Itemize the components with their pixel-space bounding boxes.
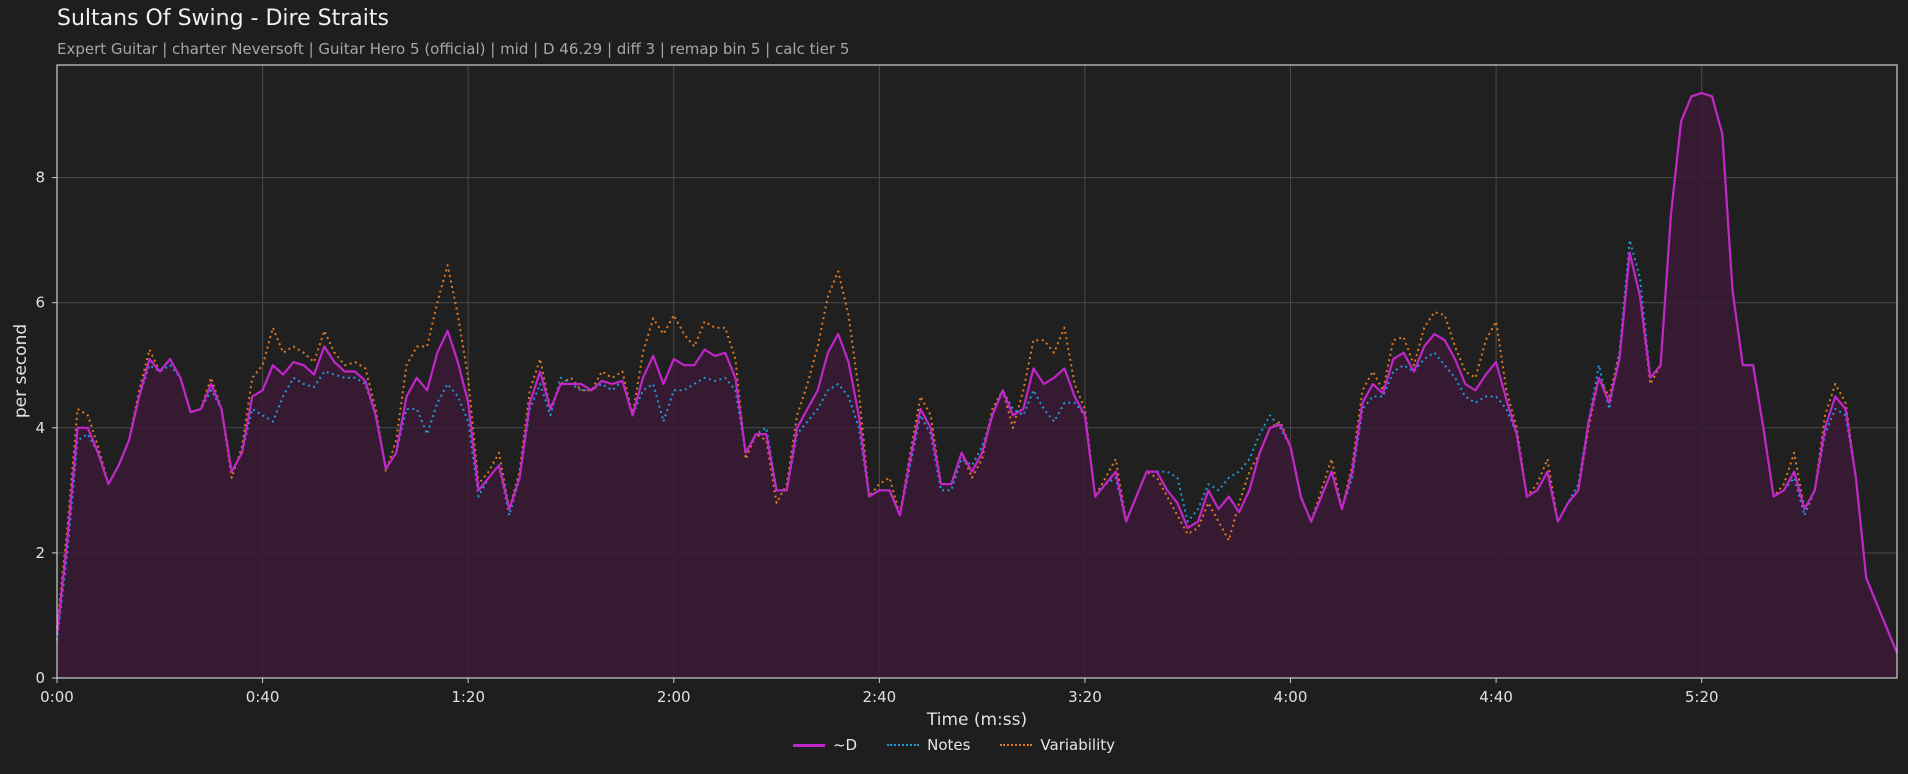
- x-tick-label: 3:20: [1068, 688, 1102, 706]
- y-tick-label: 4: [35, 419, 45, 437]
- x-tick-label: 2:40: [863, 688, 897, 706]
- x-axis-label: Time (m:ss): [926, 710, 1027, 730]
- x-tick-label: 0:40: [246, 688, 280, 706]
- legend-swatch: [792, 743, 825, 747]
- x-tick-label: 2:00: [657, 688, 691, 706]
- legend-item-notes: Notes: [887, 736, 970, 754]
- x-tick-label: 5:20: [1685, 688, 1719, 706]
- legend-swatch: [1000, 744, 1033, 746]
- y-tick-label: 0: [35, 669, 45, 687]
- legend-swatch: [887, 744, 920, 746]
- x-tick-label: 4:00: [1274, 688, 1308, 706]
- legend-label: Variability: [1040, 736, 1116, 754]
- y-axis-label: per second: [11, 324, 31, 418]
- chart-svg: 0:00 0:40 1:20 2:00 2:40 3:20 4:00 4:40 5:20 0 2 4 6…: [11, 64, 1899, 730]
- y-tick-label: 8: [35, 169, 45, 187]
- legend-label: ~D: [832, 736, 858, 754]
- legend-item-d: ~D: [792, 736, 858, 754]
- legend-item-variability: Variability: [1000, 736, 1115, 754]
- x-tick-label: 0:00: [40, 688, 74, 706]
- y-tick-label: 2: [35, 544, 45, 562]
- x-tick-label: 1:20: [451, 688, 485, 706]
- x-tick-label: 4:40: [1479, 688, 1513, 706]
- y-tick-label: 6: [35, 294, 45, 312]
- legend-label: Notes: [927, 736, 971, 754]
- legend: ~D Notes Variability: [0, 736, 1908, 754]
